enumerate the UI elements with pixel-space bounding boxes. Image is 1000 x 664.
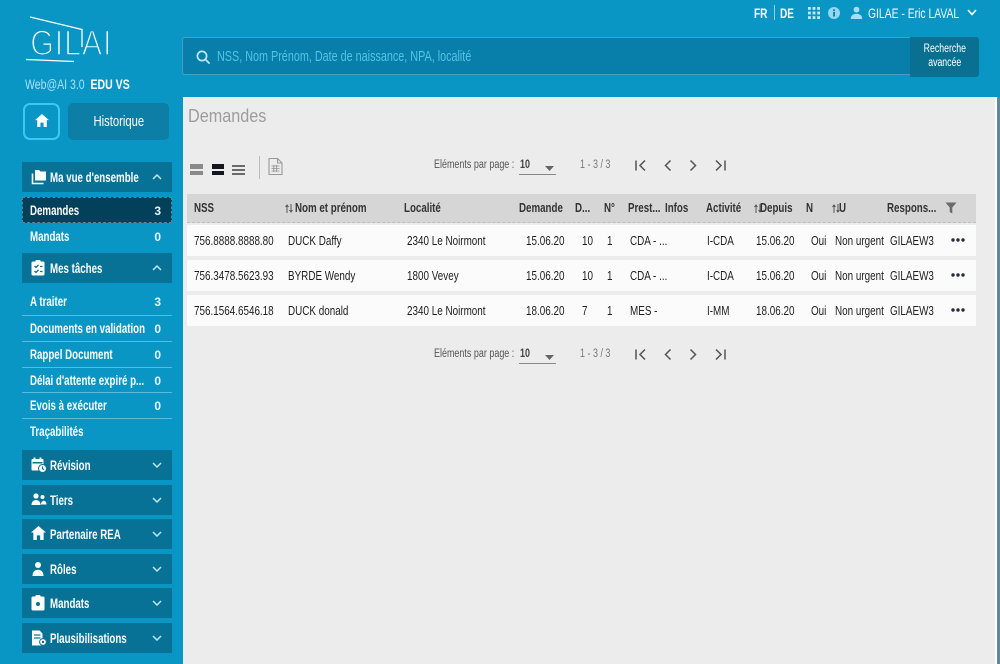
svg-text:GILAI: GILAI <box>30 23 112 62</box>
